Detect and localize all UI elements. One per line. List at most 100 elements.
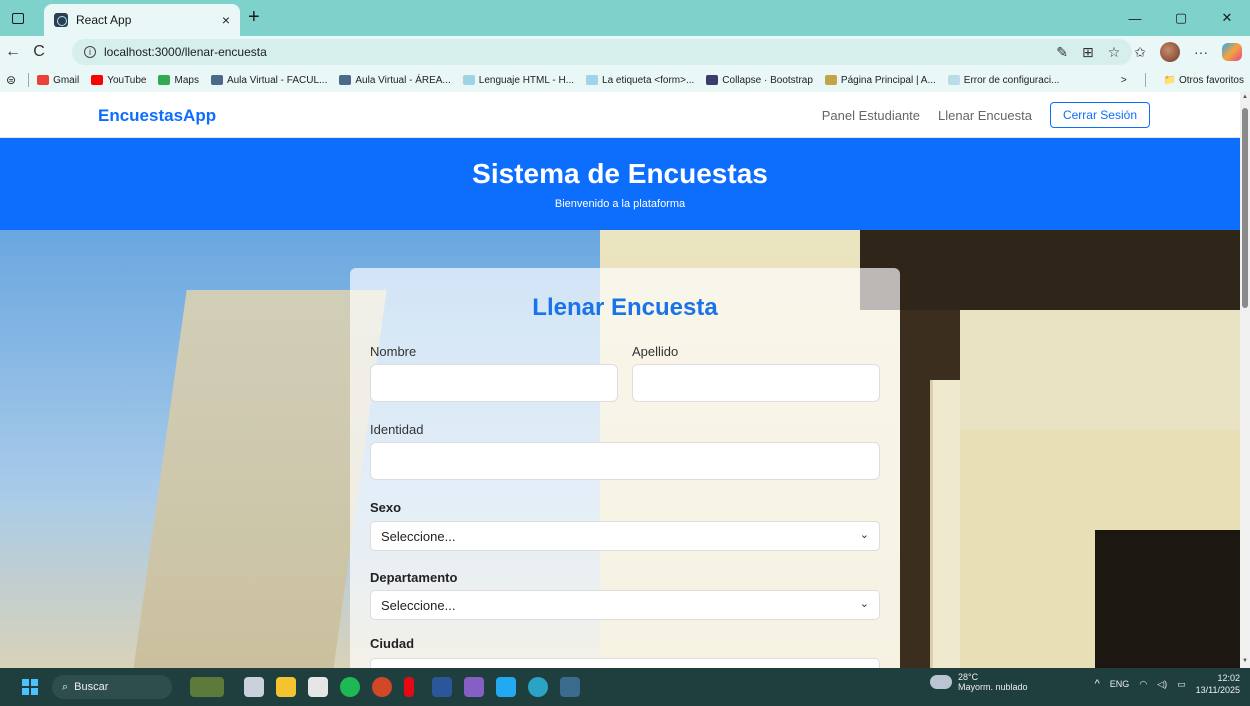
- departamento-label: Departamento: [370, 570, 458, 585]
- other-favorites-label: Otros favoritos: [1178, 74, 1244, 86]
- nav-link-llenar-encuesta[interactable]: Llenar Encuesta: [938, 108, 1032, 123]
- weather-widget[interactable]: 28°C Mayorm. nublado: [930, 670, 1028, 692]
- microsoft-store-icon[interactable]: [308, 677, 328, 697]
- bookmark-label: Aula Virtual - FACUL...: [226, 74, 328, 86]
- copilot-icon[interactable]: [1222, 43, 1242, 61]
- taskbar-search[interactable]: ⌕ Buscar: [52, 675, 172, 699]
- bookmark-item[interactable]: YouTube: [91, 75, 146, 86]
- ciudad-select[interactable]: [370, 658, 880, 668]
- url-text: localhost:3000/llenar-encuesta: [104, 45, 267, 59]
- vscode-icon[interactable]: [496, 677, 516, 697]
- tab-close-button[interactable]: ×: [222, 12, 230, 28]
- widgets-icon[interactable]: [190, 677, 224, 697]
- bookmark-divider: [1144, 73, 1146, 87]
- wifi-icon[interactable]: ◠: [1139, 679, 1147, 690]
- favorite-star-icon[interactable]: ☆: [1108, 44, 1121, 61]
- browser-toolbar-right: ✎ ⊞ ☆ ✩ ···: [1056, 42, 1242, 62]
- app-icon[interactable]: [560, 677, 580, 697]
- battery-icon[interactable]: ▭: [1177, 679, 1186, 690]
- nav-links: Panel Estudiante Llenar Encuesta Cerrar …: [822, 102, 1150, 128]
- spotify-icon[interactable]: [340, 677, 360, 697]
- close-window-button[interactable]: ✕: [1204, 0, 1250, 36]
- sexo-select[interactable]: Seleccione... ⌄: [370, 521, 880, 551]
- bookmark-item[interactable]: Error de configuraci...: [947, 74, 1060, 86]
- browser-tab[interactable]: React App ×: [44, 4, 240, 36]
- bookmark-favicon-icon: [947, 75, 960, 85]
- bookmark-label: YouTube: [107, 74, 147, 86]
- site-info-icon[interactable]: i: [84, 46, 96, 58]
- clock[interactable]: 12:02 13/11/2025: [1196, 672, 1240, 696]
- workspaces-icon[interactable]: ⊜: [6, 73, 16, 87]
- browser-titlebar: React App × + — ▢ ✕: [0, 0, 1250, 36]
- volume-icon[interactable]: ◁): [1157, 679, 1167, 690]
- bookmark-item[interactable]: Lenguaje HTML - H...: [462, 75, 574, 86]
- more-bookmarks-button[interactable]: >: [1121, 75, 1127, 86]
- apellido-input[interactable]: [632, 364, 880, 402]
- sexo-label: Sexo: [370, 500, 402, 515]
- file-explorer-icon[interactable]: [276, 677, 296, 697]
- building-roof-dark: [860, 230, 1240, 310]
- tray-chevron-up-icon[interactable]: ^: [1095, 678, 1100, 690]
- bookmark-favicon-icon: [586, 75, 599, 85]
- app-available-icon[interactable]: ⊞: [1082, 44, 1094, 61]
- new-tab-button[interactable]: +: [248, 6, 260, 29]
- scroll-up-arrow-icon[interactable]: ▲: [1242, 94, 1248, 100]
- more-options-icon[interactable]: ···: [1194, 44, 1208, 60]
- departamento-select[interactable]: Seleccione... ⌄: [370, 590, 880, 620]
- other-favorites-folder[interactable]: 📁 Otros favoritos: [1164, 75, 1244, 86]
- identidad-input[interactable]: [370, 442, 880, 480]
- chevron-down-icon: ⌄: [859, 598, 869, 610]
- bookmarks-bar: ⊜ Gmail YouTube Maps Aula Virtual - FACUL..…: [0, 68, 1250, 92]
- back-button[interactable]: ←: [0, 43, 26, 61]
- nombre-input[interactable]: [370, 364, 618, 402]
- scroll-down-arrow-icon[interactable]: ▼: [1242, 658, 1248, 664]
- maximize-button[interactable]: ▢: [1158, 0, 1204, 36]
- bookmark-item[interactable]: Collapse · Bootstrap: [706, 75, 813, 86]
- powerpoint-icon[interactable]: [372, 677, 392, 697]
- url-field[interactable]: i localhost:3000/llenar-encuesta: [72, 39, 1132, 65]
- task-view-icon[interactable]: [244, 677, 264, 697]
- bookmark-item[interactable]: Gmail: [37, 75, 79, 86]
- read-aloud-icon[interactable]: ✎: [1056, 44, 1068, 61]
- building-beam: [960, 310, 1240, 430]
- sexo-select-value: Seleccione...: [381, 529, 456, 544]
- brand-logo[interactable]: EncuestasApp: [98, 106, 216, 126]
- bookmarks-right: > 📁 Otros favoritos: [1121, 73, 1244, 87]
- bookmark-label: Maps: [174, 74, 199, 86]
- bookmark-divider: [28, 73, 30, 87]
- word-icon[interactable]: [432, 677, 452, 697]
- logout-button[interactable]: Cerrar Sesión: [1049, 102, 1150, 128]
- bookmark-favicon-icon: [339, 75, 352, 85]
- scrollbar-thumb[interactable]: [1242, 108, 1248, 308]
- profile-avatar[interactable]: [1160, 42, 1180, 62]
- sidebar-toggle-button[interactable]: [0, 0, 36, 36]
- bookmark-favicon-icon: [706, 75, 719, 85]
- building-column: [930, 380, 960, 668]
- windows-taskbar: ⌕ Buscar 28°C Mayorm. nublado ^ ENG ◠ ◁)…: [0, 668, 1250, 706]
- visual-studio-icon[interactable]: [464, 677, 484, 697]
- hero-title: Sistema de Encuestas: [472, 158, 768, 189]
- bookmark-item[interactable]: La etiqueta <form>...: [586, 75, 694, 86]
- hero-subtitle: Bienvenido a la plataforma: [554, 198, 686, 210]
- bookmark-item[interactable]: Aula Virtual - ÁREA...: [339, 75, 451, 86]
- language-indicator[interactable]: ENG: [1110, 679, 1130, 689]
- search-icon: ⌕: [62, 680, 69, 693]
- bookmark-list: Gmail YouTube Maps Aula Virtual - FACUL... A…: [37, 75, 1071, 86]
- refresh-button[interactable]: C: [26, 43, 52, 61]
- bookmark-item[interactable]: Página Principal | A...: [824, 75, 936, 86]
- clock-time: 12:02: [1217, 673, 1240, 683]
- netflix-icon[interactable]: [404, 677, 414, 697]
- minimize-button[interactable]: —: [1112, 0, 1158, 36]
- bookmark-item[interactable]: Aula Virtual - FACUL...: [210, 74, 328, 86]
- bookmark-favicon-icon: [37, 75, 50, 85]
- start-button[interactable]: [22, 679, 38, 695]
- favorites-list-icon[interactable]: ✩: [1134, 44, 1146, 61]
- building-shadow: [1095, 530, 1240, 668]
- nav-link-panel-estudiante[interactable]: Panel Estudiante: [822, 108, 920, 123]
- react-favicon-icon: [54, 13, 68, 27]
- bookmark-label: Error de configuraci...: [963, 74, 1060, 86]
- page-scrollbar[interactable]: ▲ ▼: [1240, 92, 1250, 668]
- bookmark-item[interactable]: Maps: [158, 74, 199, 86]
- edge-icon[interactable]: [528, 677, 548, 697]
- chevron-down-icon: ⌄: [859, 529, 869, 541]
